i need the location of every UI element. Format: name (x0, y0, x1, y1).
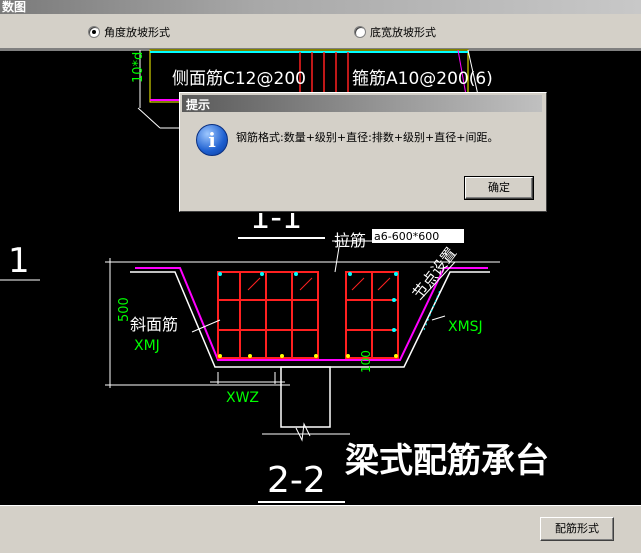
side-rebar-label: 侧面筋C12@200 (172, 69, 306, 89)
window-titlebar: 数图 (0, 0, 641, 14)
tie-bar-value[interactable]: a6-600*600 (374, 230, 439, 243)
dim-100: 100 (359, 350, 373, 373)
ok-button[interactable]: 确定 (464, 176, 534, 200)
radio-bottom-width-slope[interactable]: 底宽放坡形式 (354, 24, 436, 40)
stirrup-label: 箍筋A10@200(6) (352, 69, 493, 89)
info-icon: i (196, 124, 228, 156)
radio-angle-slope[interactable]: 角度放坡形式 (88, 24, 170, 40)
bottom-bar: 配筋形式 (0, 505, 641, 553)
tip-dialog: 提示 i 钢筋格式:数量+级别+直径:排数+级别+直径+间距。 确定 (179, 92, 547, 212)
radio-checked-icon[interactable] (88, 26, 100, 38)
radio-unchecked-icon[interactable] (354, 26, 366, 38)
xmsj-label: XMSJ (448, 319, 483, 335)
option-bar: 角度放坡形式 底宽放坡形式 (0, 14, 641, 49)
dialog-message: 钢筋格式:数量+级别+直径:排数+级别+直径+间距。 (236, 131, 499, 144)
xwz-label: XWZ (226, 390, 259, 406)
window-title: 数图 (2, 0, 27, 14)
section-marker-1: 1 (8, 241, 30, 281)
section-2-2-title: 2-2 (267, 460, 326, 501)
slope-rebar-label: 斜面筋 (130, 315, 178, 334)
radio-bottom-width-slope-label: 底宽放坡形式 (370, 26, 436, 39)
dialog-title: 提示 (186, 98, 211, 112)
node-setting-label[interactable]: 节点设置 (409, 244, 460, 302)
drawing-heading: 梁式配筋承台 (345, 441, 549, 481)
rebar-form-button[interactable]: 配筋形式 (540, 517, 614, 541)
xmj-label: XMJ (134, 338, 160, 354)
radio-angle-slope-label: 角度放坡形式 (104, 26, 170, 39)
dialog-titlebar[interactable]: 提示 (182, 95, 542, 112)
tie-bar-label: 拉筋 (334, 231, 366, 250)
dim-10d: 10*d (131, 52, 146, 83)
